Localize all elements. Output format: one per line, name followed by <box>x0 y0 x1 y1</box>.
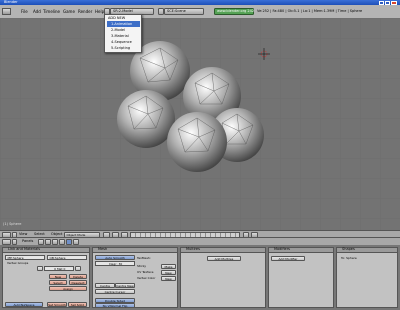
centre-new-button[interactable]: Centre New <box>115 283 135 288</box>
no-vnormal-flip-toggle[interactable]: No V.Normal Flip <box>95 303 135 308</box>
3d-view-header: View Select Object Object Mode <box>0 230 400 238</box>
auto-smooth-toggle[interactable]: Auto Smooth <box>95 255 135 260</box>
render-icon[interactable] <box>251 232 258 238</box>
add-modifier-button[interactable]: Add Modifier <box>271 256 305 261</box>
mat-select-button[interactable]: Select <box>49 280 67 285</box>
uv-texface-label: UV Texface <box>137 270 154 274</box>
menu-view[interactable]: View <box>19 232 27 237</box>
sphere-front <box>167 112 227 172</box>
window-title: Blender <box>4 0 18 4</box>
menu-file[interactable]: File <box>21 9 28 14</box>
add-multires-button[interactable]: Add Multires <box>207 256 241 261</box>
collapse-menus-icon[interactable] <box>12 232 17 238</box>
menu-object[interactable]: Object <box>51 232 62 237</box>
3d-viewport[interactable]: (1) Sphere <box>0 18 400 230</box>
minimize-icon[interactable] <box>379 0 384 5</box>
multires-panel: Multires Add Multires <box>180 247 266 308</box>
editor-type-icon[interactable] <box>2 8 11 15</box>
centre-cursor-button[interactable]: Centre Cursor <box>95 289 135 294</box>
scene-stats: Ve:252 | Fa:480 | Ob:5-1 | La:1 | Mem:1.… <box>257 8 363 13</box>
dropdown-item-animation[interactable]: 1-Animation <box>111 22 132 27</box>
buttons-collapse-icon[interactable] <box>12 239 17 245</box>
object-context-icon[interactable] <box>59 239 65 245</box>
mat-assign-button[interactable]: Assign <box>49 286 87 291</box>
mat-previous-button[interactable] <box>37 266 43 271</box>
set-solid-button[interactable]: Set Solid <box>68 302 87 307</box>
close-icon[interactable] <box>391 0 397 5</box>
panel-title-link-materials[interactable]: Link and Materials <box>3 247 89 253</box>
texmesh-label: TexMesh: <box>137 256 151 260</box>
degr-field[interactable]: Degr: 30 <box>95 261 135 266</box>
shapes-panel: Shapes To: Sphere <box>336 247 398 308</box>
mesh-panel: Mesh Auto Smooth Degr: 30 TexMesh: Stick… <box>92 247 178 308</box>
buttons-editor-type-icon[interactable] <box>2 239 11 245</box>
sticky-make-button[interactable]: Make <box>161 264 176 269</box>
dropdown-item-model[interactable]: 2-Model <box>111 28 125 33</box>
menu-select[interactable]: Select <box>34 232 45 237</box>
logic-context-icon[interactable] <box>38 239 44 245</box>
editing-context-icon[interactable] <box>66 239 72 245</box>
panel-title-multires[interactable]: Multires <box>181 247 265 253</box>
viewport-object-label: (1) Sphere <box>3 222 22 226</box>
panel-title-modifiers[interactable]: Modifiers <box>269 247 333 253</box>
layer-buttons[interactable] <box>130 232 240 238</box>
website-badge: www.blender.org 242 <box>214 8 254 15</box>
menu-help[interactable]: Help <box>95 9 104 14</box>
shading-context-icon[interactable] <box>52 239 58 245</box>
dropdown-item-sequence[interactable]: 4-Sequence <box>111 40 132 45</box>
mesh-name-field[interactable]: ME:Sphere <box>5 255 45 260</box>
menu-add[interactable]: Add <box>33 9 41 14</box>
panel-title-shapes[interactable]: Shapes <box>337 247 397 253</box>
material-index-field[interactable]: 0 Mat 0 <box>44 266 74 271</box>
menu-game[interactable]: Game <box>63 9 75 14</box>
auto-tex-space-toggle[interactable]: AutoTexSpace <box>5 302 43 307</box>
screen-dropdown-menu: ADD NEW 1-Animation 2-Model 3-Material 4… <box>104 14 142 53</box>
mode-selector[interactable]: Object Mode <box>64 232 100 238</box>
dropdown-title[interactable]: ADD NEW <box>108 16 125 21</box>
mat-deselect-button[interactable]: Deselect <box>69 280 87 285</box>
vertex-groups-label: Vertex Groups <box>7 261 29 265</box>
uv-texface-new-button[interactable]: New <box>161 270 176 275</box>
menu-render[interactable]: Render <box>78 9 92 14</box>
manipulator-icon[interactable] <box>121 232 128 238</box>
pivot-icon[interactable] <box>112 232 119 238</box>
centre-button[interactable]: Centre <box>95 283 115 288</box>
lock-icon[interactable] <box>243 232 249 238</box>
sphere-left <box>117 90 175 148</box>
scene-field[interactable]: SCE:Scene <box>164 8 204 15</box>
vertex-color-new-button[interactable]: New <box>161 276 176 281</box>
vertex-color-label: Vertex Color <box>137 276 156 280</box>
buttons-panels: Link and Materials ME:Sphere OB:Sphere V… <box>0 245 400 310</box>
panel-title-mesh[interactable]: Mesh <box>93 247 177 253</box>
view-editor-type-icon[interactable] <box>2 232 11 238</box>
mat-new-button[interactable]: New <box>49 274 67 279</box>
link-materials-panel: Link and Materials ME:Sphere OB:Sphere V… <box>2 247 90 308</box>
set-smooth-button[interactable]: Set Smooth <box>47 302 67 307</box>
maximize-icon[interactable] <box>385 0 390 5</box>
sticky-label: Sticky <box>137 264 146 268</box>
dropdown-item-scripting[interactable]: 5-Scripting <box>111 46 130 51</box>
menu-timeline[interactable]: Timeline <box>43 9 60 14</box>
mat-delete-button[interactable]: Delete <box>69 274 87 279</box>
viewport-scene <box>0 18 400 230</box>
info-header: File Add Timeline Game Render Help SR:2-… <box>0 5 400 19</box>
mat-color-swatch[interactable] <box>75 266 81 271</box>
dropdown-item-material[interactable]: 3-Material <box>111 34 129 39</box>
draw-type-icon[interactable] <box>103 232 110 238</box>
scene-context-icon[interactable] <box>73 239 79 245</box>
to-sphere-label: To: Sphere <box>341 256 357 260</box>
script-context-icon[interactable] <box>45 239 51 245</box>
panels-label: Panels <box>22 238 34 243</box>
object-name-field[interactable]: OB:Sphere <box>47 255 87 260</box>
modifiers-panel: Modifiers Add Modifier <box>268 247 334 308</box>
